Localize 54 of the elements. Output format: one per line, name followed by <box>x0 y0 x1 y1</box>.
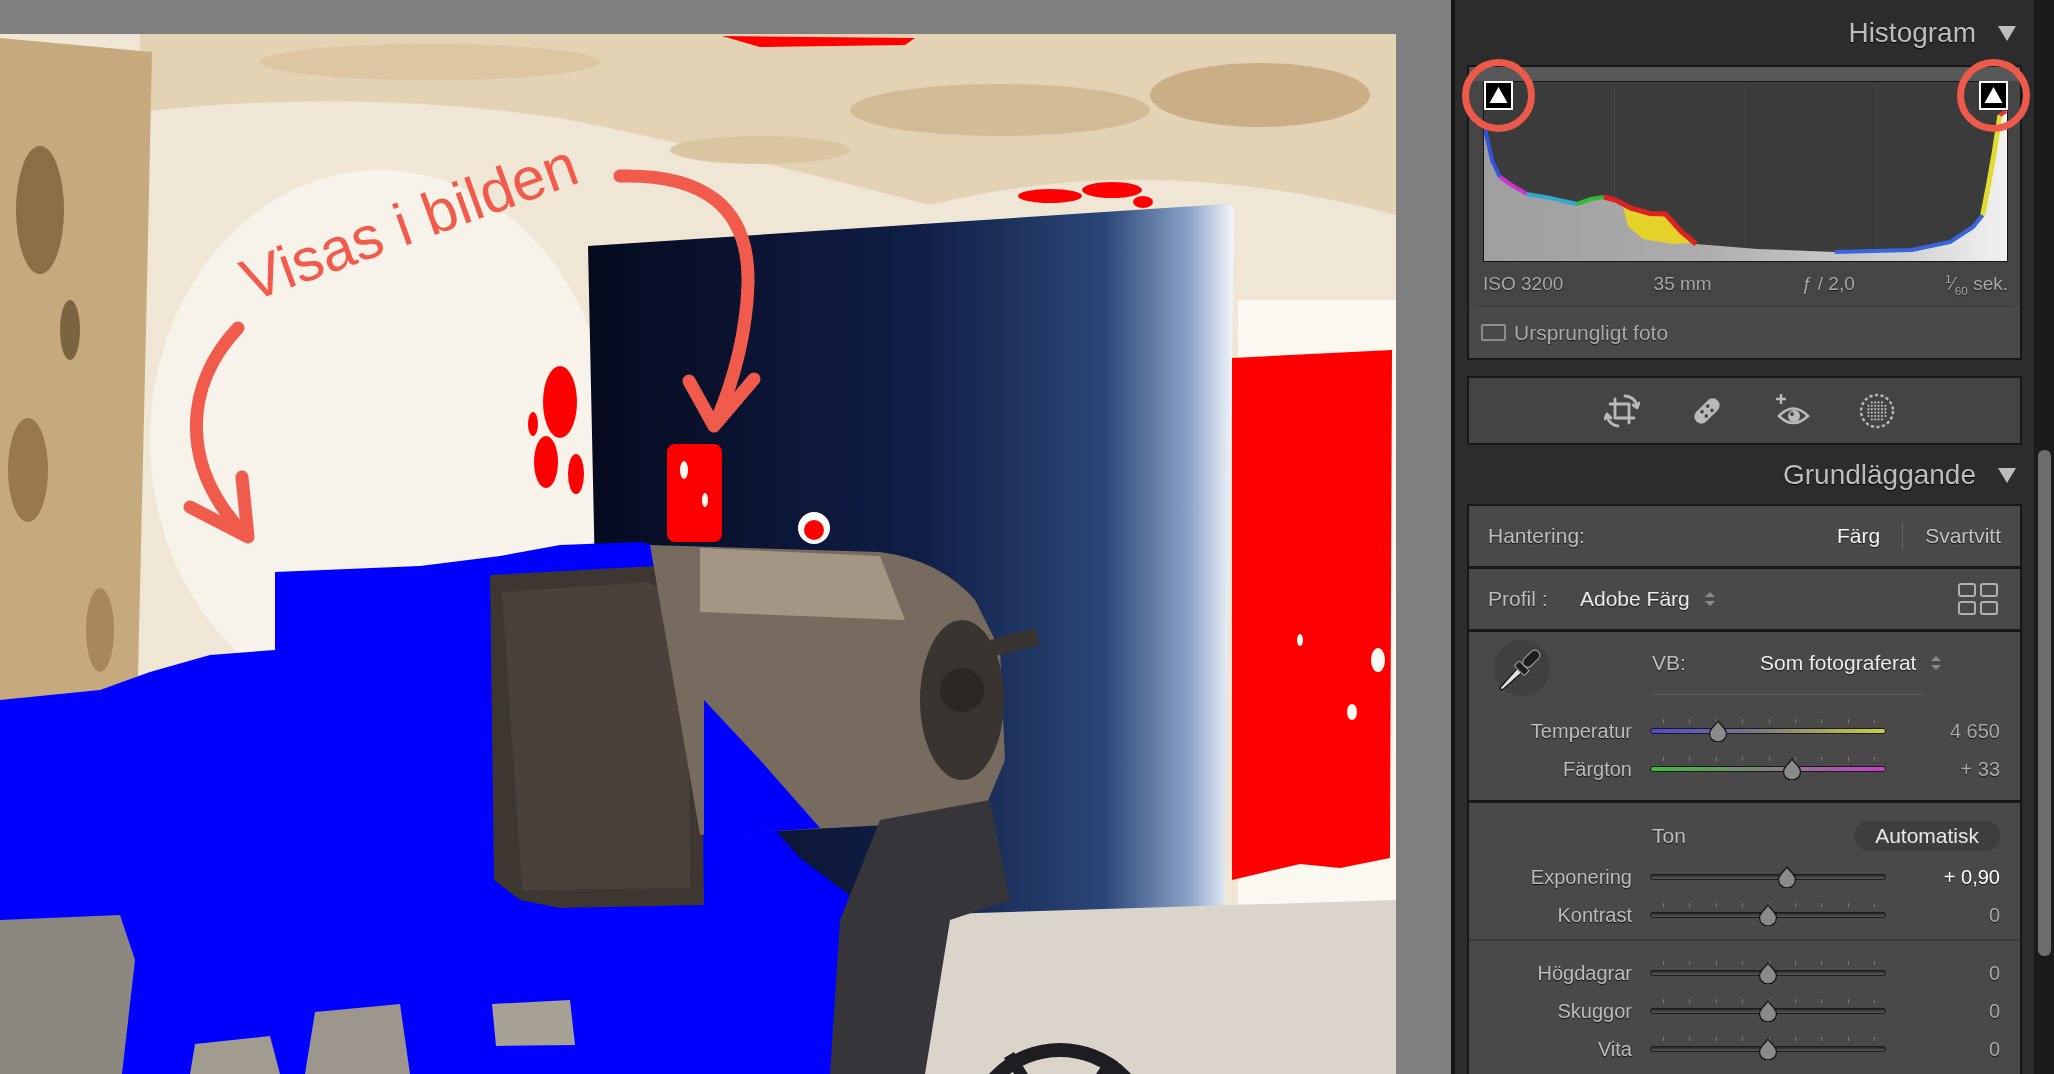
slider-track[interactable] <box>1650 961 1886 985</box>
slider-track[interactable] <box>1650 1037 1886 1061</box>
slider-thumb[interactable] <box>1758 904 1778 926</box>
slider-value: + 33 <box>1960 757 2000 781</box>
slider-label: Skuggor <box>1557 999 1632 1023</box>
checkbox-label[interactable]: Ursprungligt foto <box>1514 320 1669 345</box>
slider-track[interactable] <box>1650 903 1886 927</box>
slider-thumb[interactable] <box>1781 758 1802 780</box>
slider-track[interactable] <box>1650 999 1886 1023</box>
slider-thumb[interactable] <box>1708 720 1729 742</box>
up-down-arrows-icon[interactable] <box>1703 590 1716 608</box>
slider-value: 0 <box>1988 999 2000 1023</box>
slider-label: Färgton <box>1563 757 1632 781</box>
section-label: Ton <box>1652 824 1686 848</box>
slider-value: 0 <box>1988 961 2000 985</box>
scrollbar-thumb[interactable] <box>2038 450 2051 956</box>
slider-track[interactable] <box>1650 865 1886 889</box>
panel-title[interactable]: Grundläggande <box>1782 458 1976 491</box>
treatment-label: Hantering: <box>1488 524 1585 548</box>
profile-label: Profil : <box>1488 587 1549 611</box>
treatment-option[interactable]: Färg <box>1836 524 1881 548</box>
slider-thumb[interactable] <box>1758 1000 1778 1022</box>
collapse-triangle-icon[interactable] <box>1998 466 2016 483</box>
slider-label: Högdagrar <box>1537 961 1632 985</box>
checkbox[interactable] <box>1481 324 1506 341</box>
crop-icon[interactable] <box>1604 392 1640 429</box>
annotation-text: Visas i bilden <box>231 129 587 316</box>
treatment-option[interactable]: Svartvitt <box>1925 524 2001 548</box>
slider-track[interactable] <box>1650 757 1886 781</box>
profile-dropdown[interactable]: Adobe Färg <box>1580 587 1716 611</box>
slider-thumb[interactable] <box>1776 866 1797 888</box>
wb-label: VB: <box>1652 651 1687 675</box>
slider-label: Kontrast <box>1557 903 1632 927</box>
slider-label: Exponering <box>1530 865 1632 889</box>
exif-info: ƒ / 2,0 <box>1801 273 1855 295</box>
exif-info: ISO 3200 <box>1483 273 1564 295</box>
slider-label: Temperatur <box>1530 719 1632 743</box>
slider-thumb[interactable] <box>1758 1038 1778 1060</box>
slider-value: 0 <box>1988 903 2000 927</box>
wb-preset-dropdown[interactable]: Som fotograferat <box>1760 651 1943 675</box>
dotted-circle-icon[interactable] <box>1859 392 1895 429</box>
auto-button[interactable]: Automatisk <box>1854 821 2000 851</box>
exif-info: 35 mm <box>1653 273 1712 295</box>
slider-value: + 0,90 <box>1943 865 2000 889</box>
slider-value: 4 650 <box>1949 719 2000 743</box>
slider-value: 0 <box>1988 1037 2000 1061</box>
grid-icon[interactable] <box>1958 583 1998 615</box>
collapse-triangle-icon[interactable] <box>1998 24 2016 41</box>
up-down-arrows-icon[interactable] <box>1930 654 1943 672</box>
exif-info: $^{1}$⁄$_{60}$ sek. <box>1945 273 2008 295</box>
panel-title[interactable]: Histogram <box>1848 16 1976 49</box>
slider-track[interactable] <box>1650 719 1886 743</box>
slider-label: Vita <box>1597 1037 1632 1061</box>
slider-thumb[interactable] <box>1758 962 1778 984</box>
